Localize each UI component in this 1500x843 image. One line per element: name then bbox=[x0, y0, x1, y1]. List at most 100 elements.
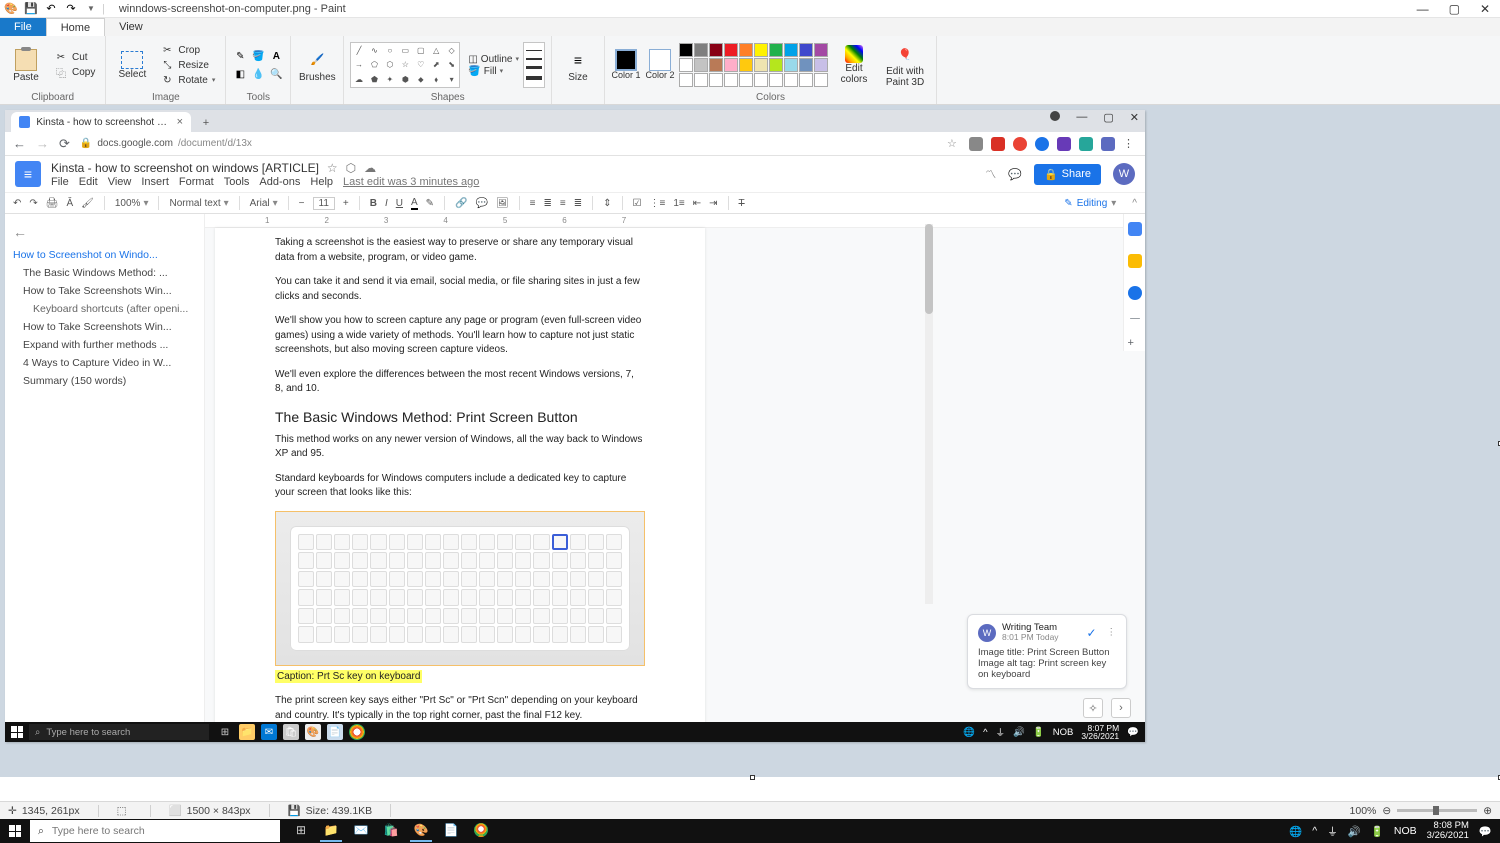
reload-button[interactable]: ⟳ bbox=[59, 136, 70, 152]
text-tool[interactable]: A bbox=[268, 48, 284, 64]
palette-swatch[interactable] bbox=[679, 73, 693, 87]
outline-item[interactable]: The Basic Windows Method: ... bbox=[13, 264, 196, 282]
contacts-icon[interactable] bbox=[1130, 318, 1140, 319]
chrome-close-button[interactable]: ✕ bbox=[1130, 111, 1139, 124]
indent-decrease-button[interactable]: ⇤ bbox=[693, 198, 701, 209]
last-edit-label[interactable]: Last edit was 3 minutes ago bbox=[343, 176, 479, 188]
underline-button[interactable]: U bbox=[396, 198, 403, 209]
cut-button[interactable]: ✂Cut bbox=[50, 51, 99, 65]
palette-swatch[interactable] bbox=[784, 58, 798, 72]
tab-file[interactable]: File bbox=[0, 18, 46, 36]
tab-home[interactable]: Home bbox=[46, 18, 105, 36]
star-document-icon[interactable]: ☆ bbox=[327, 161, 338, 175]
close-button[interactable]: ✕ bbox=[1480, 2, 1490, 16]
stroke-width-gallery[interactable] bbox=[523, 42, 545, 88]
line-spacing-button[interactable]: ⇕ bbox=[603, 198, 611, 209]
action-center-icon[interactable]: 💬 bbox=[1127, 727, 1139, 738]
inner-clock[interactable]: 8:07 PM3/26/2021 bbox=[1081, 724, 1119, 741]
action-center-button[interactable]: 💬 bbox=[1479, 825, 1492, 838]
mail-icon[interactable]: ✉ bbox=[261, 724, 277, 740]
select-button[interactable]: Select bbox=[112, 51, 152, 80]
menu-insert[interactable]: Insert bbox=[141, 176, 169, 188]
back-button[interactable]: ← bbox=[13, 136, 26, 151]
font-size-decrease[interactable]: − bbox=[299, 198, 305, 209]
outline-item[interactable]: Expand with further methods ... bbox=[13, 336, 196, 354]
tasks-icon[interactable] bbox=[1128, 286, 1142, 300]
zoom-slider[interactable] bbox=[1397, 809, 1477, 812]
zoom-dropdown[interactable]: 100%▾ bbox=[115, 198, 149, 209]
palette-swatch[interactable] bbox=[754, 58, 768, 72]
meet-now-icon[interactable]: 🌐 bbox=[1289, 825, 1302, 838]
palette-swatch[interactable] bbox=[709, 58, 723, 72]
tray-chevron-icon[interactable]: ^ bbox=[983, 727, 987, 738]
docs-redo-button[interactable]: ↷ bbox=[29, 198, 37, 209]
palette-swatch[interactable] bbox=[814, 58, 828, 72]
pencil-tool[interactable]: ✎ bbox=[232, 48, 248, 64]
palette-swatch[interactable] bbox=[769, 43, 783, 57]
menu-view[interactable]: View bbox=[108, 176, 132, 188]
task-view-button[interactable]: ⊞ bbox=[290, 820, 312, 842]
paint-task-icon[interactable]: 🎨 bbox=[305, 724, 321, 740]
palette-swatch[interactable] bbox=[784, 73, 798, 87]
undo-icon[interactable]: ↶ bbox=[44, 2, 58, 16]
explorer-icon[interactable]: 📁 bbox=[239, 724, 255, 740]
calendar-icon[interactable] bbox=[1128, 222, 1142, 236]
document-title[interactable]: Kinsta - how to screenshot on windows [A… bbox=[51, 161, 319, 175]
docs-spellcheck-button[interactable]: Ǎ bbox=[66, 198, 73, 209]
system-clock[interactable]: 8:08 PM3/26/2021 bbox=[1427, 821, 1469, 842]
palette-swatch[interactable] bbox=[754, 43, 768, 57]
align-justify-button[interactable]: ≣ bbox=[574, 198, 582, 209]
volume-tray-icon[interactable]: 🔊 bbox=[1348, 825, 1361, 838]
shape-outline-button[interactable]: ◫Outline ▾ bbox=[468, 54, 519, 65]
palette-swatch[interactable] bbox=[724, 73, 738, 87]
chrome-task-icon[interactable] bbox=[349, 724, 365, 740]
document-scroll-area[interactable]: 1234567 Taking a screenshot is the easie… bbox=[205, 214, 1145, 722]
picker-tool[interactable]: 💧 bbox=[250, 66, 266, 82]
zoom-out-button[interactable]: ⊖ bbox=[1382, 805, 1391, 817]
outline-item[interactable]: How to Take Screenshots Win... bbox=[13, 282, 196, 300]
tab-close-icon[interactable]: × bbox=[177, 116, 183, 128]
task-view-icon[interactable]: ⊞ bbox=[217, 724, 233, 740]
indent-increase-button[interactable]: ⇥ bbox=[709, 198, 717, 209]
insert-comment-button[interactable]: 💬 bbox=[476, 198, 488, 209]
chrome-menu-icon[interactable]: ⋮ bbox=[1123, 137, 1137, 151]
vertical-scrollbar[interactable] bbox=[925, 224, 933, 604]
volume-icon[interactable]: 🔊 bbox=[1013, 727, 1025, 738]
style-dropdown[interactable]: Normal text▾ bbox=[169, 198, 228, 209]
forward-button[interactable]: → bbox=[36, 136, 49, 151]
paint-canvas-area[interactable]: Kinsta - how to screenshot on w × + — ▢ … bbox=[0, 105, 1500, 777]
comment-menu-icon[interactable]: ⋮ bbox=[1107, 627, 1117, 638]
outline-item[interactable]: How to Screenshot on Windo... bbox=[5, 246, 196, 264]
side-panel-toggle[interactable]: › bbox=[1111, 698, 1131, 718]
color-palette[interactable] bbox=[679, 43, 828, 87]
store-taskbar-icon[interactable]: 🛍️ bbox=[380, 820, 402, 842]
new-tab-button[interactable]: + bbox=[197, 114, 215, 132]
size-button[interactable]: ≡ Size bbox=[558, 48, 598, 83]
keyboard-image[interactable] bbox=[275, 511, 645, 666]
menu-tools[interactable]: Tools bbox=[224, 176, 250, 188]
palette-swatch[interactable] bbox=[799, 43, 813, 57]
ruler[interactable]: 1234567 bbox=[205, 214, 1145, 228]
ext-icon-5[interactable] bbox=[1057, 137, 1071, 151]
redo-icon[interactable]: ↷ bbox=[64, 2, 78, 16]
inner-search-box[interactable]: ⌕ Type here to search bbox=[29, 724, 209, 740]
add-addon-icon[interactable]: + bbox=[1128, 337, 1142, 351]
minimize-button[interactable]: — bbox=[1417, 2, 1429, 16]
search-box[interactable]: ⌕ Type here to search bbox=[30, 820, 280, 842]
rotate-button[interactable]: ↻Rotate ▾ bbox=[156, 73, 219, 87]
copy-button[interactable]: ⿻Copy bbox=[50, 66, 99, 80]
edit-colors-button[interactable]: Edit colors bbox=[832, 45, 876, 85]
palette-swatch[interactable] bbox=[694, 43, 708, 57]
explorer-taskbar-icon[interactable]: 📁 bbox=[320, 820, 342, 842]
weather-icon[interactable]: 🌐 bbox=[963, 727, 975, 738]
ext-icon-7[interactable] bbox=[1101, 137, 1115, 151]
palette-swatch[interactable] bbox=[739, 43, 753, 57]
battery-tray-icon[interactable]: 🔋 bbox=[1371, 825, 1384, 838]
palette-swatch[interactable] bbox=[709, 73, 723, 87]
zoom-in-button[interactable]: ⊕ bbox=[1483, 805, 1492, 817]
palette-swatch[interactable] bbox=[724, 58, 738, 72]
browser-tab[interactable]: Kinsta - how to screenshot on w × bbox=[11, 112, 191, 132]
menu-format[interactable]: Format bbox=[179, 176, 214, 188]
crop-button[interactable]: ✂Crop bbox=[156, 43, 219, 57]
insert-image-button[interactable]: 🖼 bbox=[496, 198, 509, 209]
